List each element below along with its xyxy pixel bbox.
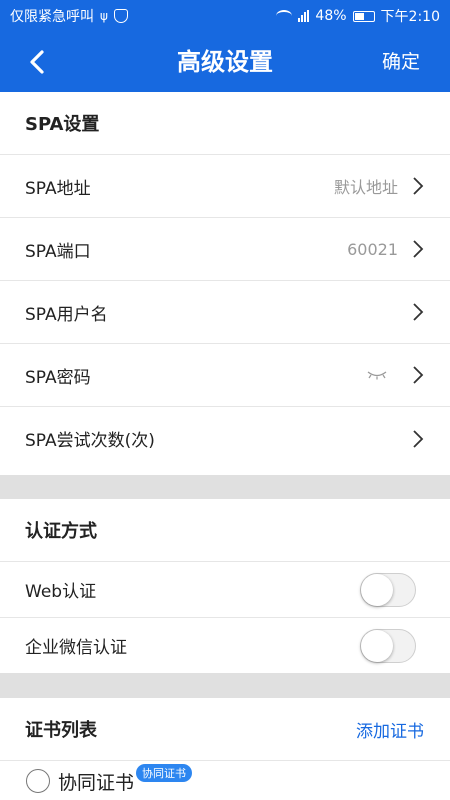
spa-password-row[interactable]: SPA密码 xyxy=(0,344,450,407)
app-bar: 高级设置 确定 xyxy=(0,32,450,92)
status-bar: 仅限紧急呼叫 ψ 48% 下午2:10 xyxy=(0,0,450,32)
spa-username-row[interactable]: SPA用户名 xyxy=(0,281,450,344)
row-label: Web认证 xyxy=(25,582,97,602)
cert-radio[interactable] xyxy=(26,769,50,793)
usb-icon: ψ xyxy=(100,9,108,23)
row-label: 企业微信认证 xyxy=(25,638,127,658)
spa-port-row[interactable]: SPA端口 60021 xyxy=(0,218,450,281)
chevron-right-icon xyxy=(413,240,424,258)
battery-icon xyxy=(352,10,375,22)
auth-section: 认证方式 Web认证 企业微信认证 xyxy=(0,499,450,673)
spa-address-row[interactable]: SPA地址 默认地址 xyxy=(0,155,450,218)
spa-retry-row[interactable]: SPA尝试次数(次) xyxy=(0,407,450,470)
cert-badge: 协同证书 xyxy=(136,764,193,782)
toggle-knob xyxy=(361,573,393,606)
row-value: 默认地址 xyxy=(333,178,398,197)
web-auth-row: Web认证 xyxy=(0,562,450,618)
row-label: SPA端口 xyxy=(25,241,91,262)
section-title: 认证方式 xyxy=(25,521,97,542)
carrier-text: 仅限紧急呼叫 xyxy=(10,9,94,25)
signal-icon xyxy=(298,10,310,22)
cert-list-item[interactable]: 协同证书 协同证书 xyxy=(0,761,450,800)
battery-percent: 48% xyxy=(315,8,347,24)
section-title: SPA设置 xyxy=(25,114,100,135)
spa-section: SPA设置 SPA地址 默认地址 SPA端口 60021 SPA用户名 SPA密… xyxy=(0,92,450,475)
confirm-button[interactable]: 确定 xyxy=(382,32,420,92)
row-value: 60021 xyxy=(347,239,398,259)
clock: 下午2:10 xyxy=(380,9,440,25)
status-right: 48% 下午2:10 xyxy=(276,6,440,26)
cert-name: 协同证书 xyxy=(58,771,135,794)
eye-closed-icon[interactable] xyxy=(366,370,388,380)
chevron-right-icon xyxy=(413,177,424,195)
spa-section-header: SPA设置 xyxy=(0,92,450,155)
row-label: SPA地址 xyxy=(25,178,91,199)
wifi-icon xyxy=(276,10,293,22)
chevron-right-icon xyxy=(413,429,424,448)
wechat-auth-row: 企业微信认证 xyxy=(0,618,450,673)
section-title: 证书列表 xyxy=(25,720,97,741)
web-auth-toggle[interactable] xyxy=(360,572,416,607)
chevron-right-icon xyxy=(413,366,424,384)
toggle-knob xyxy=(361,629,393,662)
row-label: SPA密码 xyxy=(25,367,91,388)
row-label: SPA尝试次数(次) xyxy=(25,431,155,451)
chevron-right-icon xyxy=(413,303,424,321)
certs-section-header: 证书列表 添加证书 xyxy=(0,698,450,761)
auth-section-header: 认证方式 xyxy=(0,499,450,562)
status-left: 仅限紧急呼叫 ψ xyxy=(10,6,276,26)
wechat-auth-toggle[interactable] xyxy=(360,628,416,663)
shield-icon xyxy=(113,9,128,23)
add-cert-button[interactable]: 添加证书 xyxy=(356,717,424,742)
certs-section: 证书列表 添加证书 协同证书 协同证书 xyxy=(0,698,450,800)
row-label: SPA用户名 xyxy=(25,304,108,325)
